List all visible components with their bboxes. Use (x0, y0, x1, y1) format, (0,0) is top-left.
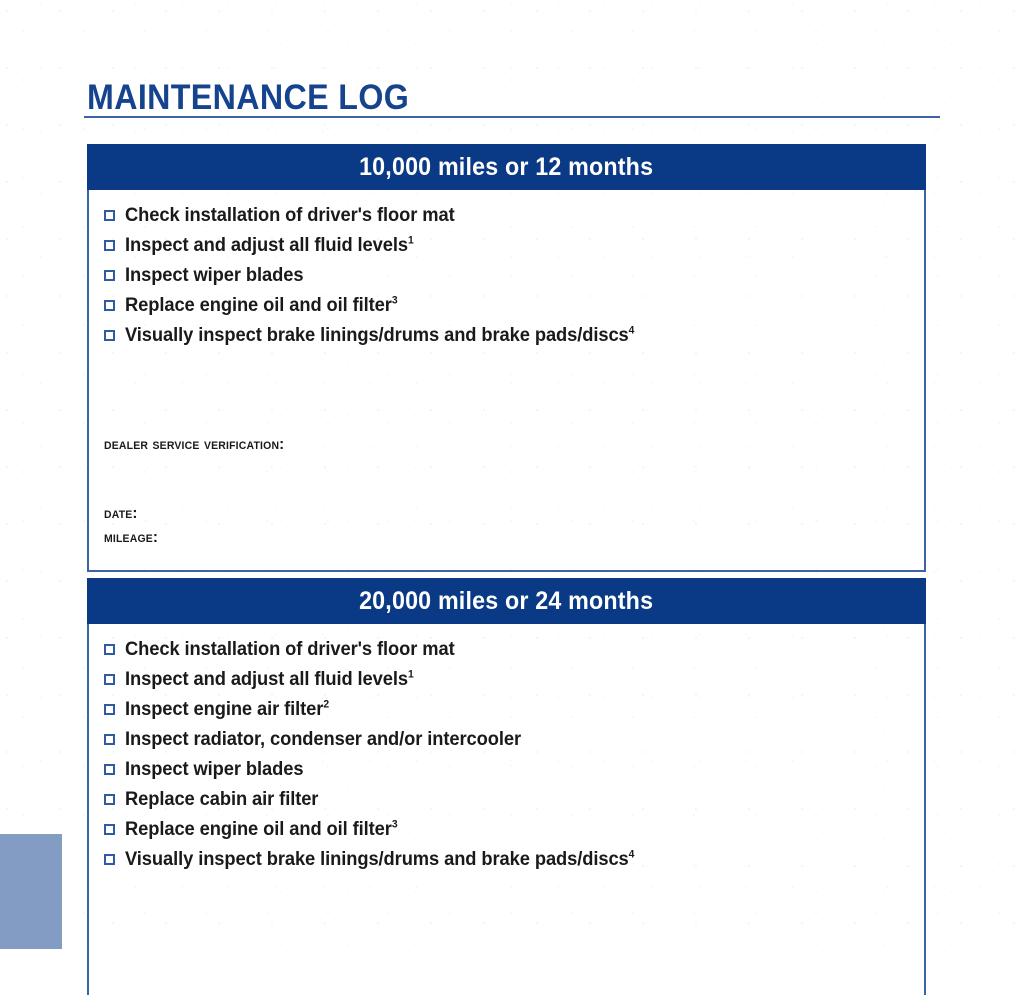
list-item[interactable]: Check installation of driver's floor mat (104, 634, 924, 664)
list-item[interactable]: Inspect radiator, condenser and/or inter… (104, 724, 924, 754)
footnote-marker: 2 (323, 698, 329, 710)
section-body: Check installation of driver's floor mat… (87, 190, 926, 572)
checkbox-icon[interactable] (104, 643, 115, 655)
service-interval-section: 20,000 miles or 24 months Check installa… (87, 578, 926, 995)
section-header-bar: 20,000 miles or 24 months (87, 578, 926, 624)
checkbox-icon[interactable] (104, 733, 115, 745)
list-item[interactable]: Inspect wiper blades (104, 260, 924, 290)
checkbox-icon[interactable] (104, 673, 115, 685)
checkbox-icon[interactable] (104, 853, 115, 865)
verification-date-label: Date: (104, 505, 138, 522)
list-item-label: Check installation of driver's floor mat (125, 203, 455, 226)
maintenance-checklist: Check installation of driver's floor mat… (89, 200, 924, 350)
list-item-label: Inspect wiper blades (125, 757, 304, 780)
checkbox-icon[interactable] (104, 269, 115, 281)
page-edge-block (0, 834, 62, 949)
maintenance-checklist: Check installation of driver's floor mat… (89, 634, 924, 874)
maintenance-log-page: MAINTENANCE LOG 10,000 miles or 12 month… (0, 0, 1024, 995)
list-item[interactable]: Inspect engine air filter2 (104, 694, 924, 724)
footnote-marker: 1 (407, 668, 414, 680)
checkbox-icon[interactable] (104, 209, 115, 221)
list-item[interactable]: Inspect and adjust all fluid levels1 (104, 664, 924, 694)
list-item[interactable]: Inspect and adjust all fluid levels1 (104, 230, 924, 260)
list-item-label: Replace engine oil and oil filter3 (125, 817, 398, 840)
footnote-marker: 3 (391, 294, 398, 306)
checkbox-icon[interactable] (104, 823, 115, 835)
list-item-label: Replace engine oil and oil filter3 (125, 293, 398, 316)
footnote-marker: 3 (391, 818, 398, 830)
list-item[interactable]: Replace engine oil and oil filter3 (104, 290, 924, 320)
checkbox-icon[interactable] (104, 793, 115, 805)
checkbox-icon[interactable] (104, 703, 115, 715)
verification-title: Dealer Service Verification: (104, 436, 285, 453)
list-item-label: Inspect radiator, condenser and/or inter… (125, 727, 521, 750)
list-item-label: Inspect and adjust all fluid levels1 (125, 667, 414, 690)
list-item-label: Replace cabin air filter (125, 787, 319, 810)
service-interval-section: 10,000 miles or 12 months Check installa… (87, 144, 926, 572)
list-item[interactable]: Visually inspect brake linings/drums and… (104, 844, 924, 874)
section-header-label: 20,000 miles or 24 months (359, 586, 654, 615)
list-item-label: Inspect wiper blades (125, 263, 304, 286)
checkbox-icon[interactable] (104, 299, 115, 311)
list-item-label: Inspect engine air filter2 (125, 697, 329, 720)
list-item[interactable]: Check installation of driver's floor mat (104, 200, 924, 230)
list-item[interactable]: Visually inspect brake linings/drums and… (104, 320, 924, 350)
checkbox-icon[interactable] (104, 763, 115, 775)
list-item-label: Visually inspect brake linings/drums and… (125, 323, 635, 346)
checkbox-icon[interactable] (104, 329, 115, 341)
section-header-label: 10,000 miles or 12 months (359, 152, 654, 181)
section-header-bar: 10,000 miles or 12 months (87, 144, 926, 190)
dealer-service-verification: Dealer Service Verification: Date: Milea… (89, 436, 924, 550)
title-divider (84, 116, 940, 118)
verification-mileage-label: Mileage: (104, 529, 159, 546)
list-item-label: Inspect and adjust all fluid levels1 (125, 233, 414, 256)
list-item[interactable]: Inspect wiper blades (104, 754, 924, 784)
list-item[interactable]: Replace engine oil and oil filter3 (104, 814, 924, 844)
checkbox-icon[interactable] (104, 239, 115, 251)
list-item-label: Visually inspect brake linings/drums and… (125, 847, 635, 870)
footnote-marker: 4 (628, 848, 635, 860)
footnote-marker: 1 (407, 234, 414, 246)
list-item-label: Check installation of driver's floor mat (125, 637, 455, 660)
list-item[interactable]: Replace cabin air filter (104, 784, 924, 814)
footnote-marker: 4 (628, 324, 635, 336)
section-body: Check installation of driver's floor mat… (87, 624, 926, 995)
page-title: MAINTENANCE LOG (87, 78, 410, 118)
